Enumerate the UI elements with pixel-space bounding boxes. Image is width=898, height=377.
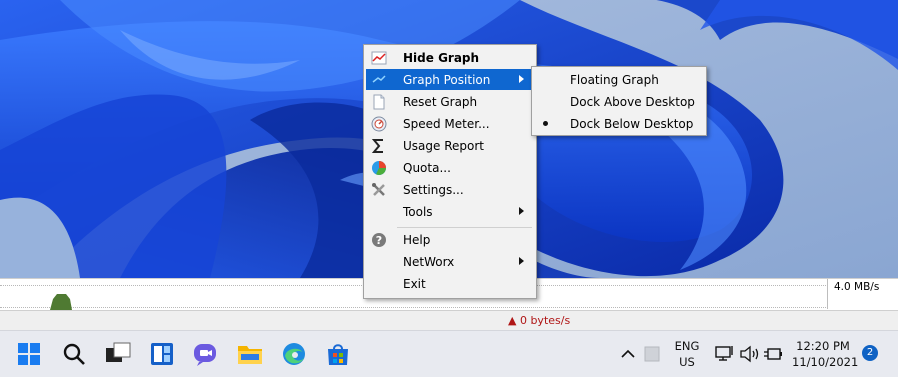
store-icon[interactable] [324, 340, 352, 368]
menu-item-label: Help [403, 233, 431, 247]
task-view-icon[interactable] [104, 340, 132, 368]
language-indicator[interactable]: ENG US [672, 338, 702, 370]
chevron-up-icon[interactable] [618, 340, 638, 368]
context-menu: Hide Graph Graph Position Reset Graph Sp… [363, 44, 537, 299]
edge-icon[interactable] [280, 340, 308, 368]
submenu-arrow-icon [519, 207, 524, 215]
volume-icon[interactable] [738, 340, 762, 368]
submenu-item-label: Dock Below Desktop [570, 117, 694, 131]
network-icon[interactable] [714, 340, 736, 368]
graph-scale-label: 4.0 MB/s [834, 281, 880, 293]
menu-item-label: Exit [403, 277, 426, 291]
clock-time: 12:20 PM [796, 339, 850, 353]
menu-item-label: Hide Graph [403, 51, 480, 65]
submenu-item-dock-below-desktop[interactable]: Dock Below Desktop [534, 113, 704, 134]
menu-item-label: Reset Graph [403, 95, 478, 109]
tools-icon [372, 183, 385, 196]
graph-scale: 4.0 MB/s [827, 279, 898, 309]
battery-plug-icon[interactable] [762, 340, 786, 368]
search-icon[interactable] [60, 340, 88, 368]
networx-tray-icon[interactable] [642, 340, 662, 368]
radio-bullet-icon [543, 121, 548, 126]
submenu-arrow-icon [519, 75, 524, 83]
file-explorer-icon[interactable] [236, 340, 264, 368]
menu-item-label: NetWorx [403, 255, 455, 269]
graph-gridline [0, 307, 828, 308]
menu-item-label: Tools [403, 205, 433, 219]
submenu-item-floating-graph[interactable]: Floating Graph [534, 69, 704, 90]
graph-traffic-shape [50, 294, 72, 310]
notification-badge[interactable]: 2 [862, 345, 878, 361]
menu-item-label: Graph Position [403, 73, 491, 87]
submenu-arrow-icon [519, 257, 524, 265]
help-icon: ? [372, 233, 386, 247]
menu-item-label: Settings... [403, 183, 464, 197]
language-code: ENG [674, 339, 700, 353]
menu-item-label: Usage Report [403, 139, 484, 153]
region-code: US [679, 355, 695, 369]
menu-item-exit[interactable]: Exit [366, 273, 532, 294]
menu-item-label: Speed Meter... [403, 117, 490, 131]
menu-item-reset-graph[interactable]: Reset Graph [366, 91, 532, 112]
menu-separator [397, 227, 532, 228]
menu-item-settings[interactable]: Settings... [366, 179, 532, 200]
pie-chart-icon [372, 161, 386, 175]
menu-item-tools[interactable]: Tools [366, 201, 532, 222]
submenu-item-dock-above-desktop[interactable]: Dock Above Desktop [534, 91, 704, 112]
speed-meter-icon [371, 116, 387, 132]
submenu-item-label: Dock Above Desktop [570, 95, 695, 109]
clock-date: 11/10/2021 [792, 355, 859, 369]
reset-graph-icon [373, 94, 385, 110]
clock[interactable]: 12:20 PM 11/10/2021 [792, 338, 859, 370]
menu-item-speed-meter[interactable]: Speed Meter... [366, 113, 532, 134]
chat-icon[interactable] [192, 340, 220, 368]
speed-status-bar: ▲ 0 bytes/s [0, 310, 898, 331]
widgets-icon[interactable] [148, 340, 176, 368]
menu-item-label: Quota... [403, 161, 451, 175]
graph-position-submenu: Floating Graph Dock Above Desktop Dock B… [531, 66, 707, 136]
menu-item-help[interactable]: ? Help [366, 229, 532, 250]
upload-speed-text: ▲ 0 bytes/s [508, 314, 571, 327]
menu-item-networx[interactable]: NetWorx [366, 251, 532, 272]
menu-item-graph-position[interactable]: Graph Position [366, 69, 532, 90]
taskbar: ENG US 12:20 PM 11/10/2021 2 [0, 330, 898, 377]
start-icon[interactable] [15, 340, 43, 368]
sigma-icon [371, 139, 383, 153]
menu-item-quota[interactable]: Quota... [366, 157, 532, 178]
submenu-item-label: Floating Graph [570, 73, 659, 87]
svg-text:?: ? [376, 234, 382, 247]
graph-icon [371, 51, 387, 65]
menu-item-hide-graph[interactable]: Hide Graph [366, 47, 532, 68]
graph-position-icon [372, 75, 386, 83]
menu-item-usage-report[interactable]: Usage Report [366, 135, 532, 156]
